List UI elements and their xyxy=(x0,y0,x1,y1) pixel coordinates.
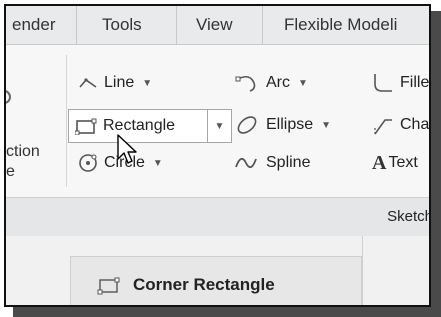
chamfer-icon xyxy=(374,119,392,135)
ribbon-tab-bar: ender Tools View Flexible Modeli xyxy=(6,6,429,45)
rectangle-tool-button[interactable]: Rectangle ▼ xyxy=(68,109,232,143)
line-tool-button[interactable]: Line ▼ xyxy=(78,69,152,97)
tab-flexible-modeling[interactable]: Flexible Modeli xyxy=(272,6,409,44)
spline-tool-button[interactable]: Spline xyxy=(234,149,310,177)
tab-divider xyxy=(176,6,177,44)
tooltip-corner-rectangle: Corner Rectangle xyxy=(70,256,362,305)
partial-icon xyxy=(6,90,11,104)
line-label: Line xyxy=(104,74,135,91)
text-tool-button[interactable]: A Text xyxy=(372,149,418,177)
ellipse-icon xyxy=(237,116,257,134)
lower-area: Corner Rectangle xyxy=(6,236,429,305)
ellipse-tool-button[interactable]: Ellipse ▼ xyxy=(234,111,331,139)
ribbon-group-label-bar: Sketch xyxy=(6,197,429,237)
screenshot-frame: ender Tools View Flexible Modeli ction e… xyxy=(4,4,431,307)
mouse-cursor-icon xyxy=(117,134,137,164)
corner-rectangle-icon xyxy=(97,277,120,295)
fillet-tool-button[interactable]: Fille xyxy=(372,69,429,97)
sketch-ribbon-panel: ction e Line ▼ Rectangle ▼ Circle ▼ Arc … xyxy=(6,45,429,197)
partial-label: e xyxy=(6,163,15,180)
spline-icon xyxy=(235,157,257,169)
chamfer-label: Cha xyxy=(400,116,430,133)
spline-label: Spline xyxy=(266,154,311,171)
chevron-down-icon[interactable]: ▼ xyxy=(298,78,308,89)
arc-icon xyxy=(235,75,256,92)
chevron-down-icon[interactable]: ▼ xyxy=(208,110,231,142)
text-icon: A xyxy=(372,151,387,174)
tab-view[interactable]: View xyxy=(184,6,245,44)
tab-tools[interactable]: Tools xyxy=(90,6,154,44)
rectangle-icon xyxy=(75,118,97,135)
tab-divider xyxy=(76,6,77,44)
partial-label-section: ction xyxy=(6,143,40,160)
arc-tool-button[interactable]: Arc ▼ xyxy=(234,69,308,97)
chevron-down-icon[interactable]: ▼ xyxy=(321,120,331,131)
tab-render[interactable]: ender xyxy=(6,6,67,44)
circle-icon xyxy=(79,154,97,172)
line-icon xyxy=(79,78,97,88)
ellipse-label: Ellipse xyxy=(266,116,314,133)
fillet-icon xyxy=(374,74,392,92)
sketch-group-label: Sketch xyxy=(387,208,431,225)
chevron-down-icon[interactable]: ▼ xyxy=(142,78,152,89)
tooltip-label: Corner Rectangle xyxy=(133,275,275,294)
divider xyxy=(362,236,363,305)
rectangle-label: Rectangle xyxy=(103,117,176,134)
text-label: Text xyxy=(388,154,418,171)
group-divider xyxy=(66,55,67,187)
chevron-down-icon[interactable]: ▼ xyxy=(153,158,163,169)
fillet-label: Fille xyxy=(400,74,430,91)
tab-divider xyxy=(262,6,263,44)
chamfer-tool-button[interactable]: Cha xyxy=(372,111,429,139)
arc-label: Arc xyxy=(266,74,290,91)
